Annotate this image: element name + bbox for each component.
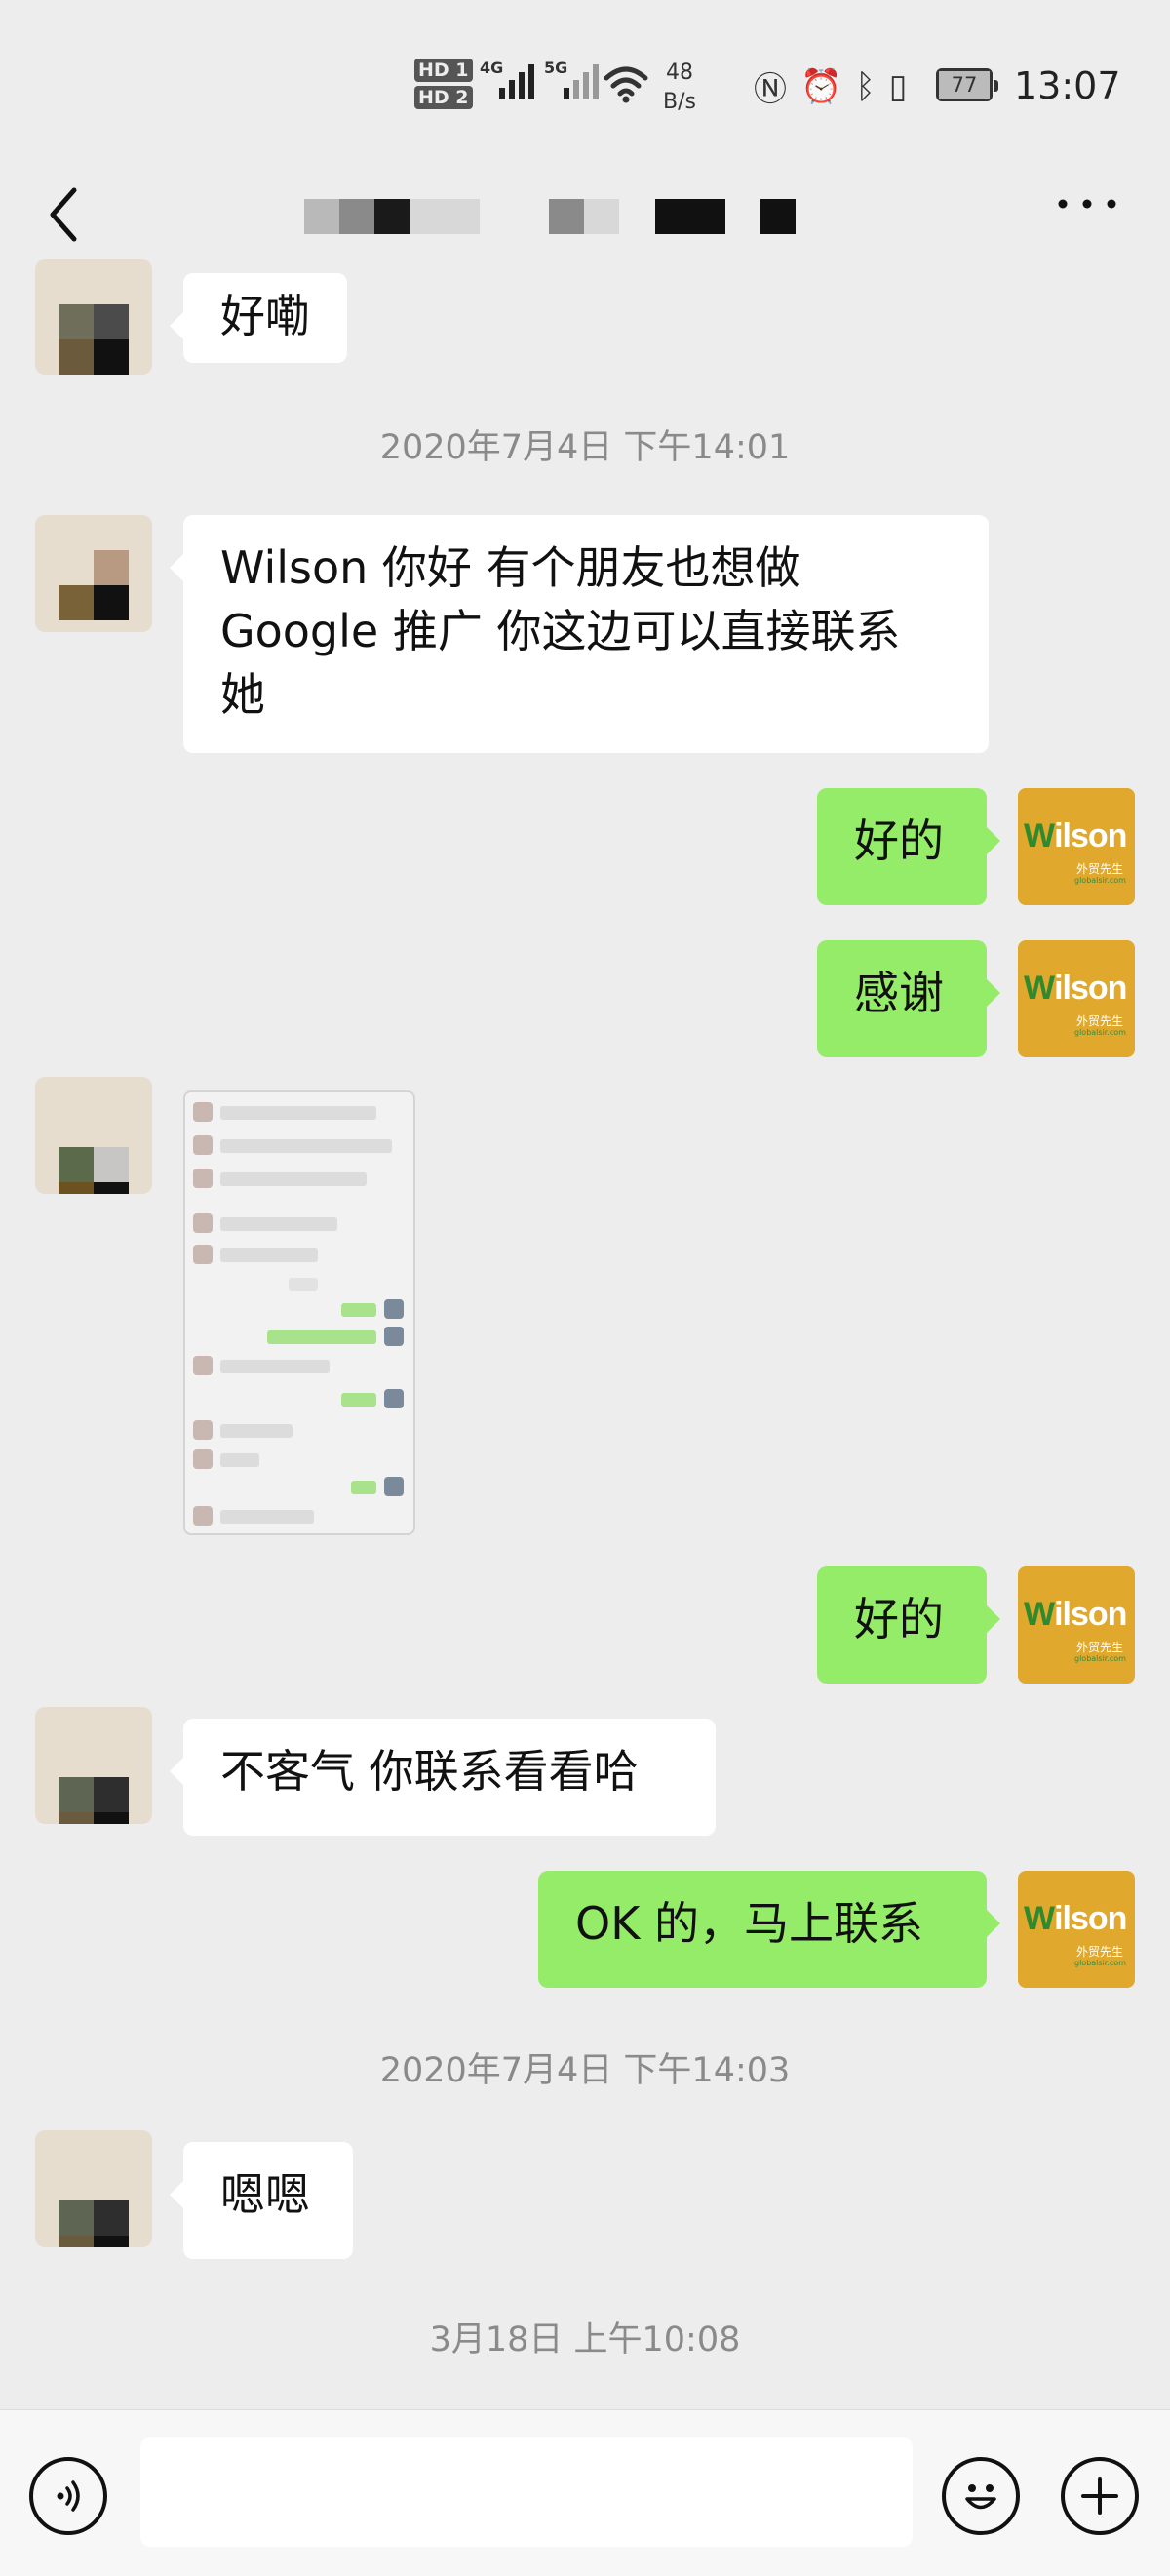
- message-bubble-outgoing[interactable]: 好的: [817, 1566, 1000, 1684]
- battery-icon: 77: [936, 68, 998, 101]
- my-avatar[interactable]: Wilson 外贸先生 globalsir.com: [1018, 1566, 1135, 1684]
- battery-level: 77: [939, 71, 990, 99]
- avatar-logo: Wilson: [1024, 1900, 1127, 1937]
- back-button[interactable]: [35, 180, 94, 249]
- message-bubble-outgoing[interactable]: OK 的，马上联系: [538, 1871, 1000, 1988]
- my-avatar[interactable]: Wilson 外贸先生 globalsir.com: [1018, 940, 1135, 1057]
- message-timestamp: 2020年7月4日 下午14:01: [379, 428, 791, 467]
- message-input[interactable]: [140, 2437, 913, 2547]
- message-bubble-incoming[interactable]: 不客气 你联系看看哈: [170, 1719, 716, 1836]
- nfc-icon: Ⓝ: [754, 70, 787, 109]
- network-speed: 48 B/s: [663, 59, 696, 117]
- plus-button[interactable]: [1061, 2457, 1139, 2535]
- system-icons: Ⓝ ⏰ ᛒ ▯: [754, 62, 907, 110]
- contact-avatar[interactable]: [35, 515, 152, 632]
- voice-icon: [57, 2480, 80, 2512]
- input-bar: [0, 2409, 1170, 2576]
- speed-value: 48: [665, 60, 693, 85]
- avatar-site: globalsir.com: [1074, 1028, 1126, 1037]
- voice-button[interactable]: [29, 2457, 107, 2535]
- contact-avatar[interactable]: [35, 259, 152, 375]
- avatar-site: globalsir.com: [1074, 1959, 1126, 1967]
- signal-icon-2: [564, 60, 599, 99]
- message-bubble-incoming[interactable]: Wilson 你好 有个朋友也想做 Google 推广 你这边可以直接联系 她: [170, 515, 989, 753]
- message-bubble-outgoing[interactable]: 好的: [817, 788, 1000, 905]
- emoji-icon: [965, 2484, 996, 2510]
- message-bubble-outgoing[interactable]: 感谢: [817, 940, 1000, 1057]
- avatar-tagline: 外贸先生: [1076, 1014, 1124, 1028]
- avatar-site: globalsir.com: [1074, 1654, 1126, 1663]
- clock: 13:07: [1014, 64, 1121, 107]
- bluetooth-icon: ᛒ: [855, 66, 876, 106]
- wifi-icon: [604, 66, 648, 103]
- shared-image-thumbnail[interactable]: [183, 1090, 415, 1535]
- emoji-button[interactable]: [942, 2457, 1020, 2535]
- avatar-logo: Wilson: [1024, 1596, 1127, 1633]
- more-dots-icon: [1058, 199, 1116, 209]
- avatar-tagline: 外贸先生: [1076, 862, 1124, 876]
- message-timestamp: 2020年7月4日 下午14:03: [379, 2051, 791, 2090]
- alarm-icon: ⏰: [800, 66, 842, 106]
- vibrate-icon: ▯: [888, 66, 908, 106]
- sim1-label: HD 1: [414, 59, 473, 82]
- message-bubble-incoming[interactable]: 好嘞: [170, 273, 347, 363]
- signal-icon: [499, 60, 534, 99]
- contact-avatar[interactable]: [35, 1077, 152, 1194]
- sim-indicators: HD 1 HD 2: [414, 59, 473, 113]
- contact-avatar[interactable]: [35, 1707, 152, 1824]
- message-timestamp: 3月18日 上午10:08: [429, 2320, 741, 2359]
- avatar-tagline: 外贸先生: [1076, 1945, 1124, 1959]
- avatar-logo: Wilson: [1024, 970, 1127, 1007]
- message-bubble-incoming[interactable]: 嗯嗯: [170, 2142, 353, 2259]
- avatar-logo: Wilson: [1024, 817, 1127, 854]
- avatar-tagline: 外贸先生: [1076, 1641, 1124, 1654]
- chevron-left-icon: [50, 187, 77, 242]
- my-avatar[interactable]: Wilson 外贸先生 globalsir.com: [1018, 1871, 1135, 1988]
- avatar-site: globalsir.com: [1074, 876, 1126, 885]
- speed-unit: B/s: [663, 90, 696, 114]
- status-bar: HD 1 HD 2 4G 5G 48 B/s Ⓝ ⏰ ᛒ ▯ 77 13:07: [0, 0, 1170, 166]
- more-button[interactable]: [1053, 185, 1121, 234]
- plus-icon: [1081, 2477, 1118, 2515]
- my-avatar[interactable]: Wilson 外贸先生 globalsir.com: [1018, 788, 1135, 905]
- contact-avatar[interactable]: [35, 2130, 152, 2247]
- sim2-label: HD 2: [414, 86, 473, 109]
